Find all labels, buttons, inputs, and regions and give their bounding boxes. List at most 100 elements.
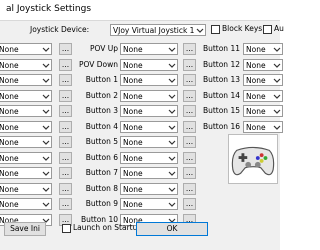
left-binding-select-value: None <box>0 123 19 132</box>
right-binding-select[interactable]: None <box>243 59 283 71</box>
left-binding-select[interactable]: None <box>0 121 52 133</box>
left-ellipsis-button[interactable]: ... <box>59 59 72 71</box>
right-row-label: Button 15 <box>202 106 240 115</box>
block-keys-label: Block Keys <box>222 24 263 33</box>
left-ellipsis-button[interactable]: ... <box>59 136 72 148</box>
gamepad-image <box>228 134 278 184</box>
mid-row-label: Button 7 <box>85 168 118 177</box>
right-row-label: Button 14 <box>202 91 240 100</box>
mid-binding-select[interactable]: None <box>120 152 178 164</box>
mid-row-label: POV Up <box>89 44 118 53</box>
mid-row-label: POV Down <box>78 60 118 69</box>
left-binding-select[interactable]: None <box>0 136 52 148</box>
chevron-down-icon <box>168 171 176 176</box>
mid-binding-select-value: None <box>123 185 143 194</box>
left-ellipsis-button[interactable]: ... <box>59 167 72 179</box>
left-binding-select-value: None <box>0 200 19 209</box>
mid-ellipsis-button[interactable]: ... <box>183 43 196 55</box>
left-ellipsis-button[interactable]: ... <box>59 198 72 210</box>
mid-ellipsis-button[interactable]: ... <box>183 74 196 86</box>
left-binding-select-value: None <box>0 61 19 70</box>
left-binding-select[interactable]: None <box>0 90 52 102</box>
right-binding-select[interactable]: None <box>243 90 283 102</box>
right-row-label: Button 12 <box>202 60 240 69</box>
mid-binding-select-value: None <box>123 45 143 54</box>
chevron-down-icon <box>168 78 176 83</box>
mid-binding-select-value: None <box>123 92 143 101</box>
left-binding-select[interactable]: None <box>0 183 52 195</box>
chevron-down-icon <box>168 156 176 161</box>
left-binding-select-value: None <box>0 154 19 163</box>
mid-binding-select[interactable]: None <box>120 198 178 210</box>
chevron-down-icon <box>168 63 176 68</box>
launch-on-startup-label: Launch on Startup <box>73 223 143 232</box>
mid-binding-select[interactable]: None <box>120 90 178 102</box>
left-binding-select[interactable]: None <box>0 43 52 55</box>
left-ellipsis-button[interactable]: ... <box>59 105 72 117</box>
left-binding-select-value: None <box>0 169 19 178</box>
mid-ellipsis-button[interactable]: ... <box>183 167 196 179</box>
chevron-down-icon <box>168 125 176 130</box>
left-ellipsis-button[interactable]: ... <box>59 183 72 195</box>
right-binding-select[interactable]: None <box>243 105 283 117</box>
mid-binding-select-value: None <box>123 107 143 116</box>
mid-binding-select[interactable]: None <box>120 121 178 133</box>
left-binding-select[interactable]: None <box>0 167 52 179</box>
chevron-down-icon <box>42 187 50 192</box>
mid-binding-select[interactable]: None <box>120 183 178 195</box>
mid-binding-select[interactable]: None <box>120 105 178 117</box>
mid-binding-select-value: None <box>123 154 143 163</box>
window-title: al Joystick Settings <box>6 4 92 14</box>
right-binding-select[interactable]: None <box>243 121 283 133</box>
right-binding-select-value: None <box>246 92 266 101</box>
save-ini-button[interactable]: Save Ini <box>4 222 46 236</box>
chevron-down-icon <box>168 140 176 145</box>
mid-binding-select[interactable]: None <box>120 74 178 86</box>
au-checkbox[interactable] <box>263 25 272 34</box>
chevron-down-icon <box>273 63 281 68</box>
left-ellipsis-button[interactable]: ... <box>59 90 72 102</box>
mid-ellipsis-button[interactable]: ... <box>183 121 196 133</box>
mid-ellipsis-button[interactable]: ... <box>183 59 196 71</box>
chevron-down-icon <box>273 109 281 114</box>
mid-binding-select[interactable]: None <box>120 167 178 179</box>
mid-row-label: Button 9 <box>85 199 118 208</box>
ok-button[interactable]: OK <box>136 222 208 236</box>
left-binding-select[interactable]: None <box>0 74 52 86</box>
left-ellipsis-button[interactable]: ... <box>59 74 72 86</box>
right-binding-select[interactable]: None <box>243 43 283 55</box>
chevron-down-icon <box>42 94 50 99</box>
left-binding-select[interactable]: None <box>0 105 52 117</box>
chevron-down-icon <box>42 109 50 114</box>
launch-on-startup-checkbox[interactable] <box>62 224 71 233</box>
mid-binding-select[interactable]: None <box>120 43 178 55</box>
left-ellipsis-button[interactable]: ... <box>59 152 72 164</box>
left-ellipsis-button[interactable]: ... <box>59 43 72 55</box>
mid-ellipsis-button[interactable]: ... <box>183 136 196 148</box>
mid-ellipsis-button[interactable]: ... <box>183 90 196 102</box>
chevron-down-icon <box>42 140 50 145</box>
right-binding-select-value: None <box>246 107 266 116</box>
right-binding-select[interactable]: None <box>243 74 283 86</box>
left-binding-select-value: None <box>0 138 19 147</box>
left-binding-select[interactable]: None <box>0 198 52 210</box>
mid-row-label: Button 8 <box>85 184 118 193</box>
mid-binding-select[interactable]: None <box>120 59 178 71</box>
left-binding-select[interactable]: None <box>0 152 52 164</box>
left-binding-select-value: None <box>0 107 19 116</box>
right-binding-select-value: None <box>246 76 266 85</box>
mid-ellipsis-button[interactable]: ... <box>183 152 196 164</box>
chevron-down-icon <box>273 78 281 83</box>
mid-ellipsis-button[interactable]: ... <box>183 183 196 195</box>
left-ellipsis-button[interactable]: ... <box>59 121 72 133</box>
left-binding-select-value: None <box>0 185 19 194</box>
chevron-down-icon <box>168 47 176 52</box>
mid-ellipsis-button[interactable]: ... <box>183 105 196 117</box>
joystick-device-select[interactable]: VJoy Virtual Joystick 1 <box>110 24 206 36</box>
mid-binding-select[interactable]: None <box>120 136 178 148</box>
block-keys-checkbox[interactable] <box>211 25 220 34</box>
left-binding-select[interactable]: None <box>0 59 52 71</box>
mid-ellipsis-button[interactable]: ... <box>183 198 196 210</box>
chevron-down-icon <box>42 125 50 130</box>
chevron-down-icon <box>273 125 281 130</box>
